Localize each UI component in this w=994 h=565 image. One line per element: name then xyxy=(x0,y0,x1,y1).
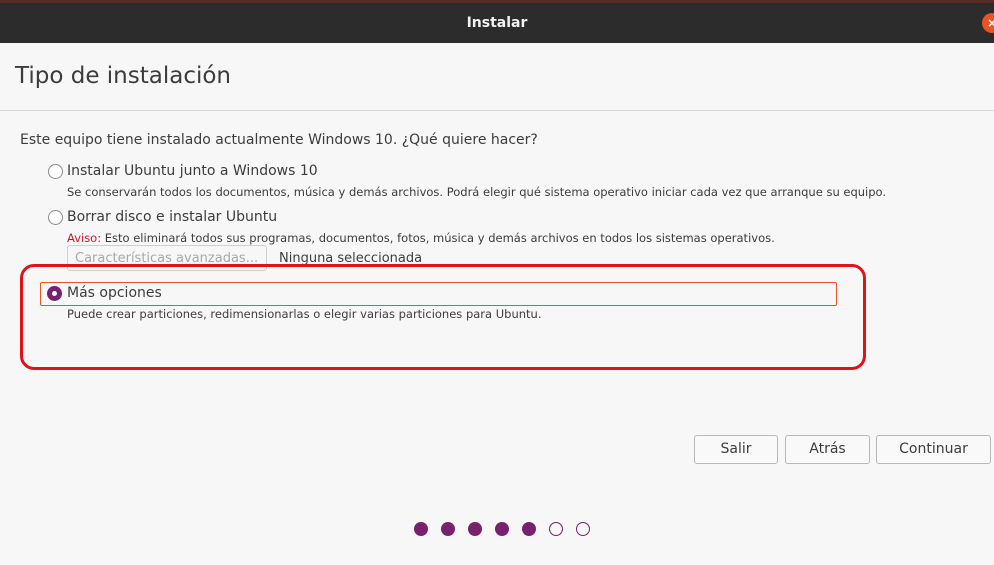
page-title: Tipo de instalación xyxy=(15,63,232,89)
progress-dot xyxy=(441,522,455,536)
progress-dot xyxy=(576,522,590,536)
window-titlebar: Instalar × xyxy=(0,0,994,43)
titlebar-accent xyxy=(0,0,994,3)
option-erase-disk[interactable]: Borrar disco e instalar Ubuntu Aviso: Es… xyxy=(40,209,840,249)
option-install-alongside[interactable]: Instalar Ubuntu junto a Windows 10 Se co… xyxy=(40,163,886,203)
radio-icon[interactable] xyxy=(48,210,63,225)
warning-prefix: Aviso: xyxy=(67,231,102,245)
highlight-annotation xyxy=(20,264,866,370)
page-header: Tipo de instalación xyxy=(0,43,994,111)
radio-icon[interactable] xyxy=(48,164,63,179)
option-label: Instalar Ubuntu junto a Windows 10 xyxy=(67,163,318,179)
progress-dot xyxy=(495,522,509,536)
back-button[interactable]: Atrás xyxy=(785,435,870,464)
warning-text: Esto eliminará todos sus programas, docu… xyxy=(101,231,775,245)
progress-dot xyxy=(549,522,563,536)
progress-dot xyxy=(522,522,536,536)
option-description: Aviso: Esto eliminará todos sus programa… xyxy=(67,231,775,245)
continue-button[interactable]: Continuar xyxy=(876,435,991,464)
progress-dot xyxy=(414,522,428,536)
install-question: Este equipo tiene instalado actualmente … xyxy=(20,132,538,148)
option-description: Se conservarán todos los documentos, mús… xyxy=(67,185,887,199)
progress-dot xyxy=(468,522,482,536)
window-title: Instalar xyxy=(466,15,528,31)
option-label: Borrar disco e instalar Ubuntu xyxy=(67,209,278,225)
quit-button[interactable]: Salir xyxy=(694,435,778,464)
